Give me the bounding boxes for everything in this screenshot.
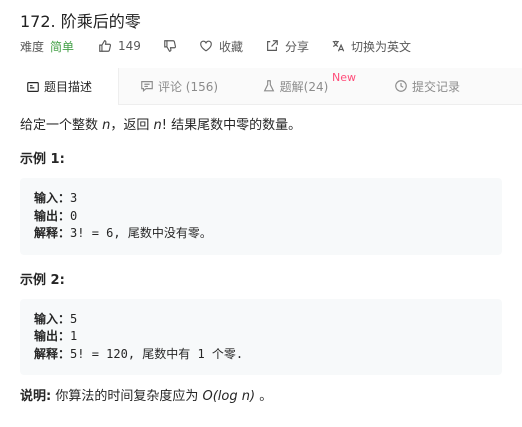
- switch-language-button[interactable]: 切换为英文: [331, 38, 411, 55]
- favorite-label: 收藏: [218, 39, 243, 54]
- share-icon: [267, 40, 278, 51]
- explain-value: 5! = 120, 尾数中有 1 个零.: [70, 346, 244, 361]
- description-icon: [27, 81, 39, 92]
- explain-label: 解释：: [34, 226, 71, 240]
- description-text: 给定一个整数: [20, 118, 103, 133]
- input-value: 5: [70, 311, 78, 326]
- input-label: 输入：: [34, 311, 71, 326]
- note-label: 说明:: [20, 389, 52, 404]
- output-value: 1: [70, 329, 78, 343]
- share-label: 分享: [284, 39, 309, 54]
- tab-submissions[interactable]: 提交记录: [372, 68, 482, 104]
- clock-icon: [395, 80, 407, 92]
- difficulty-badge: 简单: [50, 39, 75, 54]
- complexity-text: O(log: [202, 389, 242, 404]
- new-badge: New: [332, 71, 356, 84]
- example-explain-line: 解释：5! = 120, 尾数中有 1 个零.: [34, 346, 488, 364]
- example-2-block: 输入：5 输出：1 解释：5! = 120, 尾数中有 1 个零.: [20, 298, 502, 375]
- description-text: ，返回: [110, 118, 154, 133]
- problem-content: 给定一个整数 n，返回 n! 结果尾数中零的数量。 示例 1: 输入：3 输出：…: [20, 116, 502, 407]
- problem-note: 说明: 你算法的时间复杂度应为 O(log n) 。: [20, 387, 502, 407]
- example-1-title: 示例 1:: [20, 152, 65, 167]
- explain-label: 解释：: [34, 346, 71, 361]
- problem-meta-bar: 难度 简单 149 收藏 分享 切换为英文: [20, 37, 433, 55]
- tab-description[interactable]: 题目描述: [0, 68, 119, 105]
- tab-solutions-label: 题解(24): [279, 79, 329, 94]
- input-value: 3: [70, 191, 78, 205]
- comment-icon: [141, 81, 153, 93]
- thumbs-down-icon: [164, 40, 176, 52]
- variable-n: n: [153, 118, 162, 133]
- flask-icon: [263, 80, 274, 92]
- output-label: 输出：: [34, 208, 71, 223]
- difficulty-label: 难度: [20, 39, 45, 54]
- like-count: 149: [118, 39, 141, 53]
- output-value: 0: [70, 208, 78, 223]
- note-text: 。: [255, 389, 273, 404]
- favorite-button[interactable]: 收藏: [199, 38, 243, 55]
- example-output-line: 输出：1: [34, 328, 488, 346]
- note-text: 你算法的时间复杂度应为: [51, 389, 203, 404]
- like-button[interactable]: 149: [98, 39, 141, 53]
- problem-description: 给定一个整数 n，返回 n! 结果尾数中零的数量。: [20, 116, 502, 136]
- example-input-line: 输入：3: [34, 190, 488, 208]
- example-1-block: 输入：3 输出：0 解释：3! = 6, 尾数中没有零。: [20, 178, 502, 255]
- example-input-line: 输入：5: [34, 311, 488, 329]
- thumbs-up-icon: [99, 40, 112, 52]
- example-output-line: 输出：0: [34, 208, 488, 226]
- output-label: 输出：: [34, 329, 71, 343]
- problem-title: 172. 阶乘后的零: [20, 12, 141, 31]
- problem-tabs: 题目描述 评论 (156) 题解(24) New 提交记录: [0, 68, 522, 105]
- example-2-title: 示例 2:: [20, 272, 65, 288]
- share-button[interactable]: 分享: [265, 38, 309, 55]
- switch-language-label: 切换为英文: [350, 39, 411, 54]
- explain-value: 3! = 6, 尾数中没有零。: [70, 226, 212, 240]
- tab-description-label: 题目描述: [43, 80, 92, 94]
- tab-submissions-label: 提交记录: [411, 79, 460, 94]
- input-label: 输入：: [34, 191, 71, 205]
- variable-n: n: [241, 389, 250, 404]
- dislike-button[interactable]: [163, 39, 177, 53]
- tab-comments[interactable]: 评论 (156): [119, 68, 239, 104]
- tab-comments-label: 评论 (156): [157, 79, 219, 94]
- example-explain-line: 解释：3! = 6, 尾数中没有零。: [34, 225, 488, 243]
- description-text: ! 结果尾数中零的数量。: [161, 118, 302, 133]
- heart-icon: [200, 40, 212, 52]
- translate-icon: [332, 40, 345, 52]
